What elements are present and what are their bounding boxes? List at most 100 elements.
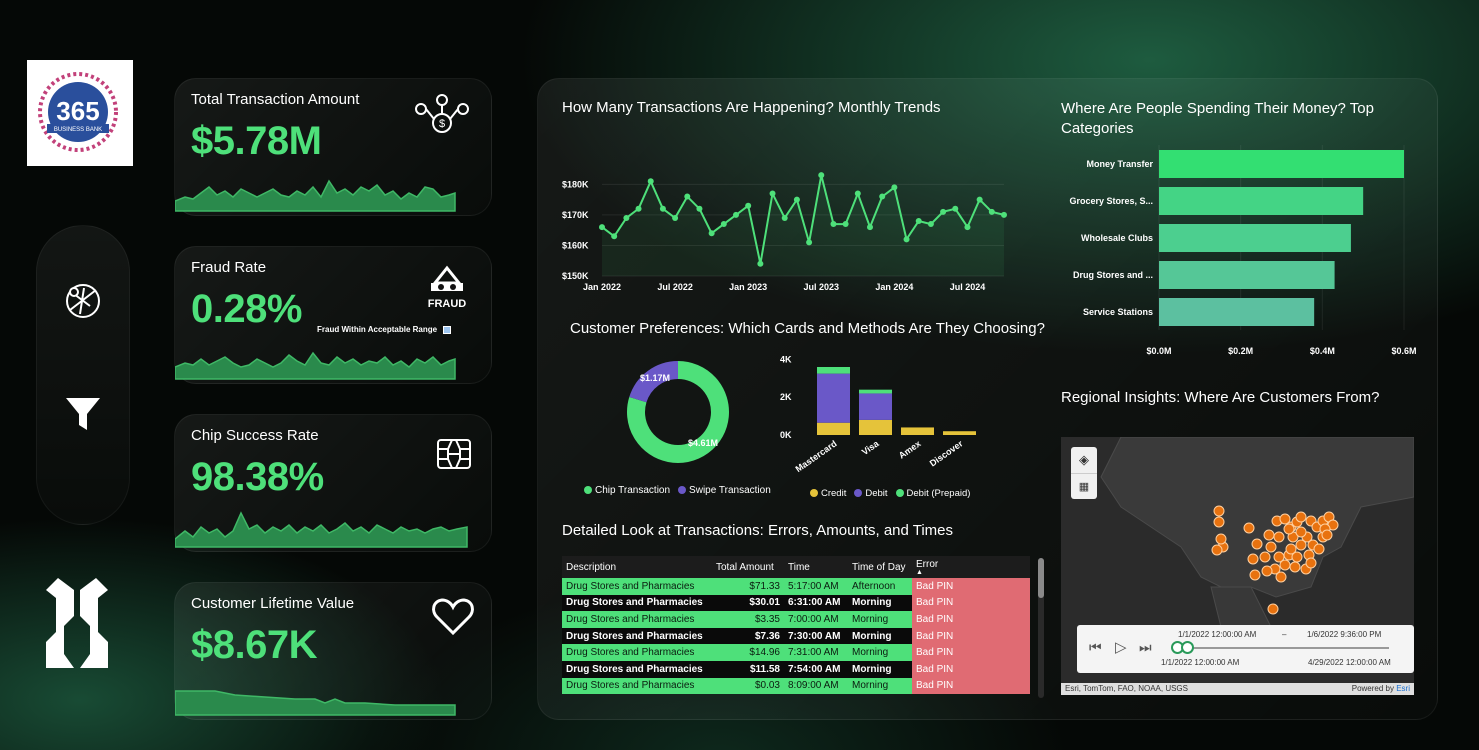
kpi-sparkline (175, 511, 468, 548)
kpi-title: Total Transaction Amount (191, 91, 360, 108)
col-header-amount[interactable]: Total Amount (712, 556, 784, 578)
top-categories-title: Where Are People Spending Their Money? T… (1061, 100, 1374, 137)
col-header-time[interactable]: Time (784, 556, 848, 578)
info-square-icon (443, 325, 452, 334)
table-cell: 7:54:00 AM (784, 660, 848, 678)
data-point (952, 205, 959, 212)
play-icon[interactable]: ▷ (1115, 638, 1127, 656)
customer-location-dot (1285, 543, 1297, 555)
table-cell: Bad PIN (912, 644, 1030, 661)
data-point (988, 208, 995, 215)
heart-icon (432, 598, 474, 636)
customer-location-dot (1275, 571, 1287, 583)
customer-location-dot (1215, 533, 1227, 545)
data-point (647, 178, 654, 185)
logo-sub: BUSINESS BANK (54, 127, 102, 133)
kpi-card-chip-success: Chip Success Rate 98.38% (174, 414, 492, 552)
customer-location-dot (1213, 516, 1225, 528)
time-handle-end[interactable] (1181, 641, 1194, 654)
map-attribution: Esri, TomTom, FAO, NOAA, USGS Powered by… (1061, 683, 1414, 695)
table-row[interactable]: Drug Stores and Pharmacies $0.03 8:09:00 A… (562, 677, 1030, 695)
y-tick-label: $160K (562, 240, 589, 250)
legend-item-debit-prepaid: Debit (Prepaid) (895, 488, 970, 499)
time-track[interactable] (1173, 647, 1389, 649)
y-tick-label: $170K (562, 210, 589, 220)
layers-icon[interactable]: ◈ (1071, 447, 1097, 473)
y-tick-label: 0K (780, 430, 792, 440)
previous-icon[interactable]: ⏮ (1089, 639, 1102, 656)
globe-icon[interactable] (62, 280, 104, 327)
x-tick-label: $0.2M (1228, 346, 1253, 356)
map-toolbar: ◈ ▦ (1071, 447, 1097, 499)
table-row[interactable]: Drug Stores and Pharmacies $3.35 7:00:00 A… (562, 611, 1030, 628)
table-cell: $0.03 (712, 677, 784, 695)
table-cell: Bad PIN (912, 611, 1030, 628)
data-point (733, 211, 739, 218)
scrollbar-thumb[interactable] (1038, 558, 1044, 598)
kpi-card-lifetime-value: Customer Lifetime Value $8.67K (174, 582, 492, 720)
data-point (927, 221, 934, 228)
data-point (672, 214, 679, 221)
table-cell: $11.58 (712, 660, 784, 678)
next-icon[interactable]: ⏭ (1139, 639, 1152, 656)
data-point (964, 224, 971, 231)
table-cell: 5:17:00 AM (784, 578, 848, 595)
customer-location-dot (1321, 529, 1333, 541)
transactions-table: Description Total Amount Time Time of Da… (562, 556, 1030, 695)
select-icon[interactable]: ▦ (1071, 473, 1097, 499)
stacked-segment (859, 393, 892, 420)
filter-icon[interactable] (64, 396, 102, 437)
table-cell: $3.35 (712, 611, 784, 628)
table-cell: Morning (848, 594, 912, 612)
table-row[interactable]: Drug Stores and Pharmacies $11.58 7:54:00 … (562, 660, 1030, 678)
data-point (915, 218, 922, 224)
monthly-trends-title: How Many Transactions Are Happening? Mon… (562, 99, 941, 116)
customer-location-dot (1259, 551, 1271, 563)
x-tick-label: $0.4M (1310, 346, 1335, 356)
x-tick-label: Visa (860, 438, 882, 457)
stacked-segment (859, 419, 892, 435)
range-end: 4/29/2022 12:00:00 AM (1308, 658, 1391, 667)
data-point (903, 236, 910, 243)
stacked-segment (817, 367, 850, 374)
x-tick-label: Amex (897, 438, 923, 460)
powered-brand-link[interactable]: Esri (1396, 684, 1410, 693)
customer-location-dot (1295, 526, 1307, 538)
kpi-title: Customer Lifetime Value (191, 595, 355, 612)
table-cell: 6:31:00 AM (784, 594, 848, 612)
bank-logo: 365 BUSINESS BANK (27, 60, 133, 166)
time-slider: ⏮ ▷ ⏭ 1/1/2022 12:00:00 AM – 1/6/2022 9:… (1077, 625, 1414, 673)
customer-location-dot (1243, 522, 1255, 534)
y-tick-label: 2K (780, 392, 792, 402)
table-scrollbar[interactable] (1038, 558, 1044, 698)
table-row[interactable]: Drug Stores and Pharmacies $71.33 5:17:00 … (562, 578, 1030, 595)
customer-map[interactable]: ◈ ▦ ⏮ ▷ ⏭ 1/1/2022 12:00:00 AM – 1/6/202… (1061, 437, 1414, 695)
x-tick-label: Jan 2024 (875, 282, 913, 292)
table-row[interactable]: Drug Stores and Pharmacies $30.01 6:31:00 … (562, 594, 1030, 612)
kpi-value: 0.28% (191, 287, 302, 331)
table-cell: Morning (848, 644, 912, 661)
range-start: 1/1/2022 12:00:00 AM (1161, 658, 1240, 667)
col-header-error[interactable]: Error ▲ (912, 556, 1030, 578)
x-tick-label: Jan 2023 (729, 282, 767, 292)
col-header-time-of-day[interactable]: Time of Day (848, 556, 912, 578)
table-cell: Bad PIN (912, 660, 1030, 678)
table-row[interactable]: Drug Stores and Pharmacies $14.96 7:31:00 … (562, 644, 1030, 661)
transactions-table-title: Detailed Look at Transactions: Errors, A… (562, 522, 954, 539)
fraud-status-note: Fraud Within Acceptable Range (317, 325, 452, 334)
table-cell: Drug Stores and Pharmacies (562, 611, 712, 628)
customer-location-dot (1263, 529, 1275, 541)
table-row[interactable]: Drug Stores and Pharmacies $7.36 7:30:00 A… (562, 627, 1030, 645)
data-point (781, 214, 788, 221)
data-point (793, 196, 800, 203)
customer-location-dot (1213, 505, 1225, 517)
col-header-description[interactable]: Description (562, 556, 712, 578)
data-point (611, 233, 618, 240)
data-point (599, 224, 605, 231)
data-point (684, 193, 691, 200)
fraud-mask-icon: FRAUD (428, 265, 466, 310)
x-tick-label: $0.6M (1391, 346, 1416, 356)
chip-icon (437, 439, 471, 469)
logo-number: 365 (56, 96, 99, 126)
data-point (976, 196, 983, 203)
